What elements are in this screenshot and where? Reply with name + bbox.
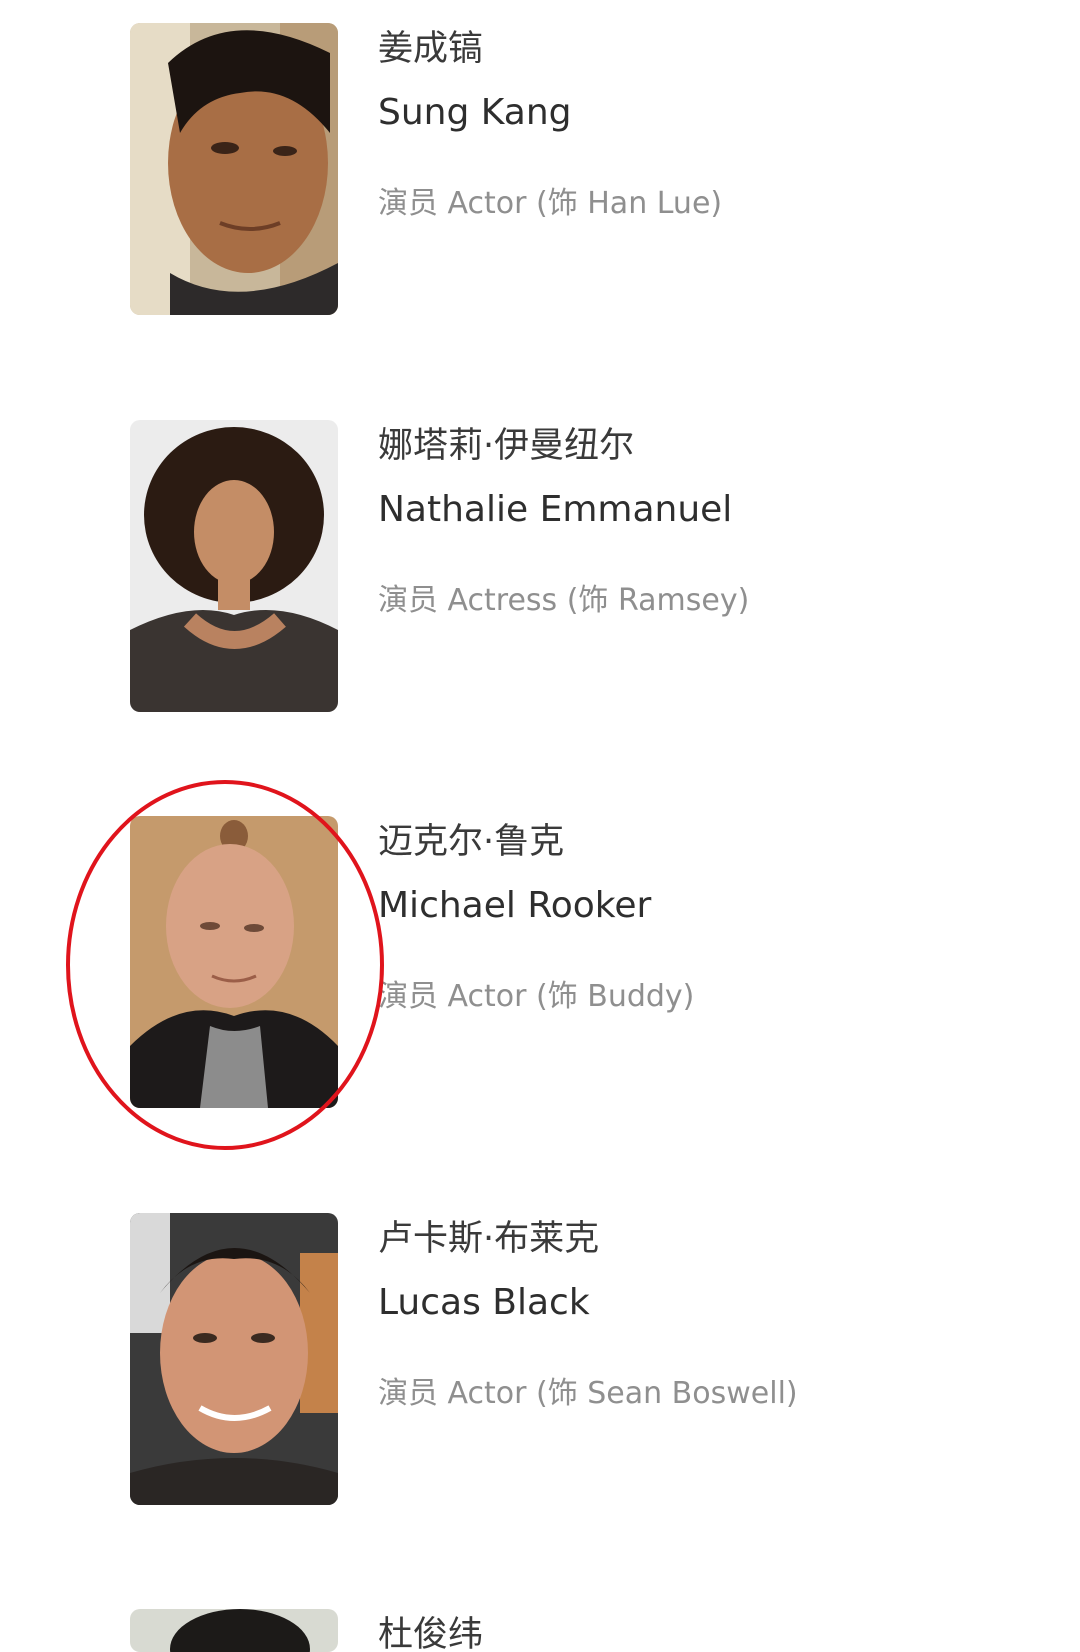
actor-role: 演员 Actor (饰 Buddy)	[378, 979, 695, 1014]
actor-photo-image	[130, 23, 338, 315]
actor-name-en[interactable]: Nathalie Emmanuel	[378, 488, 732, 532]
actor-role: 演员 Actor (饰 Sean Boswell)	[378, 1376, 798, 1411]
actor-name-en[interactable]: Lucas Black	[378, 1281, 590, 1325]
actor-role: 演员 Actress (饰 Ramsey)	[378, 583, 750, 618]
cast-item[interactable]: 娜塔莉·伊曼纽尔 Nathalie Emmanuel 演员 Actress (饰…	[0, 420, 1080, 720]
actor-photo-image	[130, 420, 338, 712]
actor-name-cn: 杜俊纬	[378, 1615, 484, 1652]
actor-photo[interactable]	[130, 1609, 338, 1652]
actor-role: 演员 Actor (饰 Han Lue)	[378, 186, 723, 221]
actor-photo[interactable]	[130, 23, 338, 315]
actor-name-cn: 迈克尔·鲁克	[378, 822, 565, 862]
cast-item[interactable]: 卢卡斯·布莱克 Lucas Black 演员 Actor (饰 Sean Bos…	[0, 1213, 1080, 1513]
actor-photo[interactable]	[130, 1213, 338, 1505]
actor-name-en[interactable]: Sung Kang	[378, 91, 571, 135]
actor-photo-image	[130, 816, 338, 1108]
cast-item[interactable]: 迈克尔·鲁克 Michael Rooker 演员 Actor (饰 Buddy)	[0, 816, 1080, 1116]
actor-photo-image	[130, 1213, 338, 1505]
actor-photo[interactable]	[130, 816, 338, 1108]
actor-name-cn: 娜塔莉·伊曼纽尔	[378, 426, 635, 466]
actor-name-en[interactable]: Michael Rooker	[378, 884, 651, 928]
actor-photo[interactable]	[130, 420, 338, 712]
cast-list: 姜成镐 Sung Kang 演员 Actor (饰 Han Lue) 娜塔莉·伊…	[0, 0, 1080, 1652]
cast-item[interactable]: 杜俊纬	[0, 1609, 1080, 1652]
actor-name-cn: 卢卡斯·布莱克	[378, 1219, 600, 1259]
cast-item[interactable]: 姜成镐 Sung Kang 演员 Actor (饰 Han Lue)	[0, 23, 1080, 323]
actor-photo-image	[130, 1609, 338, 1652]
actor-name-cn: 姜成镐	[378, 29, 484, 69]
